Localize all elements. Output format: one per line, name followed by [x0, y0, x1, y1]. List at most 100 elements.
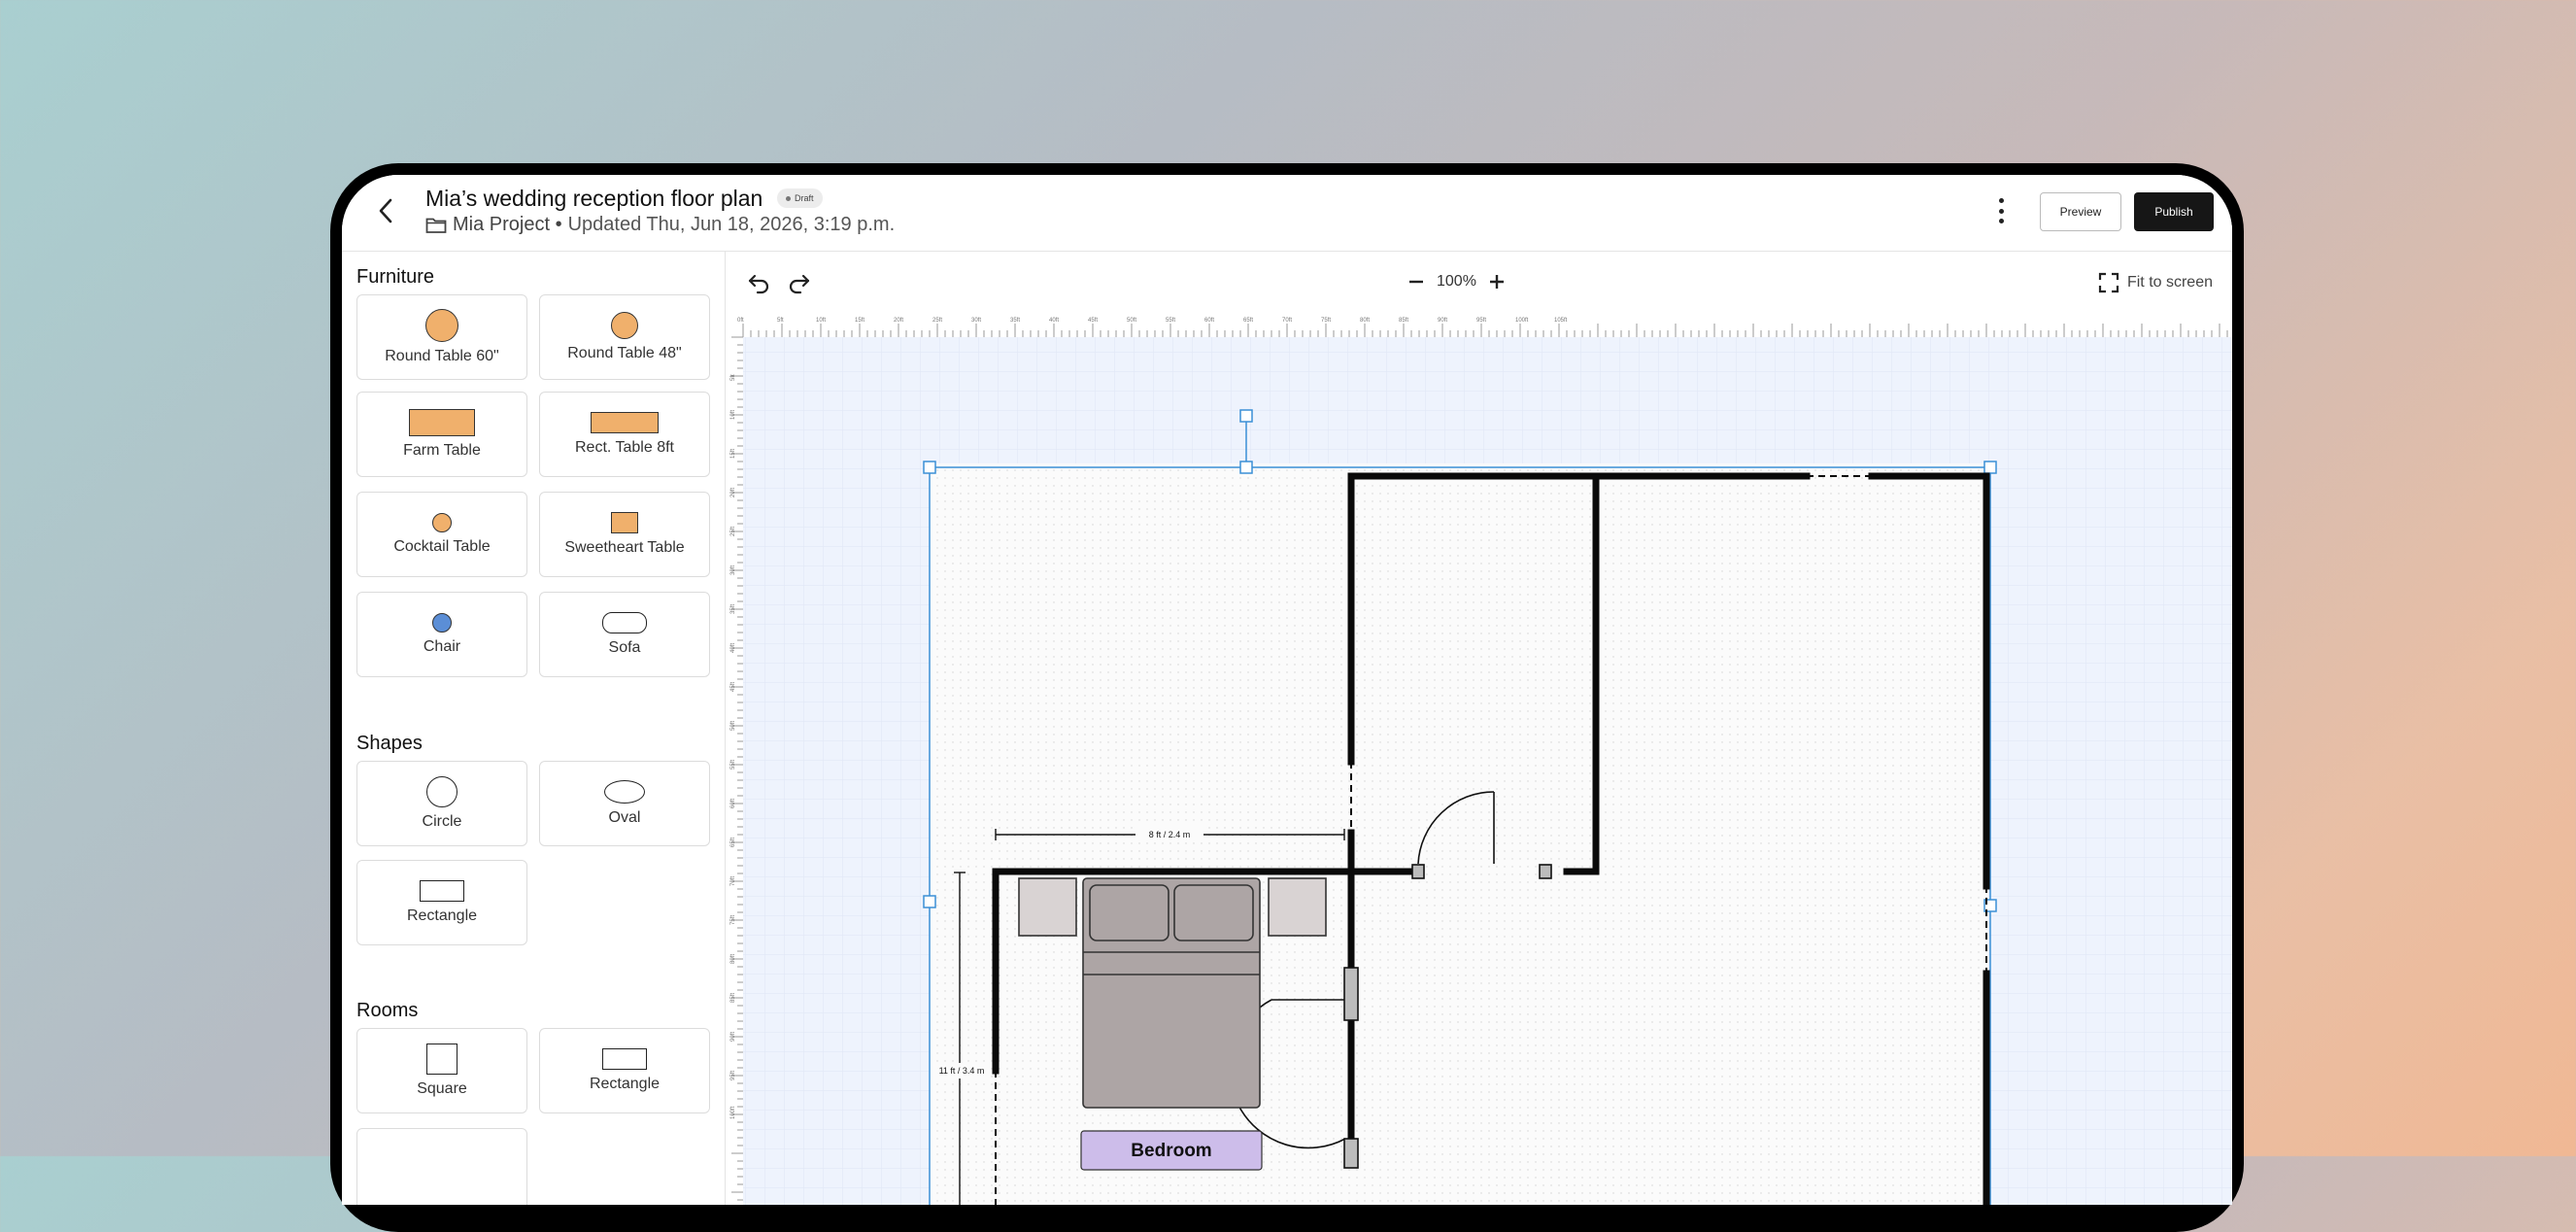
card-label: Rectangle [589, 1076, 661, 1092]
pillow [1173, 884, 1254, 941]
door-jamb [1411, 864, 1425, 879]
plus-icon [1489, 275, 1504, 289]
shape-circle[interactable]: Circle [356, 761, 527, 846]
furniture-farm-table[interactable]: Farm Table [356, 392, 527, 477]
fit-screen-icon [2098, 272, 2119, 293]
door-jamb [1343, 1138, 1359, 1169]
ruler-label: 15ft [855, 318, 864, 324]
furniture-sofa[interactable]: Sofa [539, 592, 710, 677]
ruler-label: 35ft [1010, 318, 1020, 324]
card-label: Rectangle [406, 907, 478, 924]
more-options-button[interactable] [1991, 196, 2011, 225]
round-table-icon [425, 309, 458, 342]
ruler-label: 60ft [1204, 318, 1214, 324]
sofa-icon [602, 612, 647, 633]
ruler-label: 20ft [730, 488, 736, 497]
ruler-label: 45ft [1088, 318, 1098, 324]
ruler-label: 105ft [1554, 318, 1568, 324]
resize-handle-top-left[interactable] [923, 461, 936, 474]
ruler-label: 5ft [730, 374, 736, 381]
oval-icon [604, 780, 645, 804]
card-label: Round Table 48" [567, 345, 682, 361]
card-label: Circle [422, 813, 462, 830]
ruler-label: 45ft [730, 682, 736, 692]
ruler-label: 85ft [1399, 318, 1408, 324]
card-label: Round Table 60" [385, 348, 499, 364]
chevron-left-icon [379, 198, 392, 223]
app-header: Mia’s wedding reception floor plan Draft… [342, 175, 2232, 252]
furniture-chair[interactable]: Chair [356, 592, 527, 677]
zoom-out-button[interactable] [1406, 271, 1427, 292]
ruler-horizontal [726, 313, 2232, 337]
status-dot [786, 195, 791, 201]
round-table-icon [611, 312, 638, 339]
ruler-label: 75ft [730, 915, 736, 925]
ruler-label: 65ft [1243, 318, 1253, 324]
zoom-level: 100% [1437, 273, 1476, 290]
ruler-label: 60ft [730, 799, 736, 808]
ruler-label: 30ft [730, 565, 736, 575]
ruler-label: 90ft [730, 1032, 736, 1042]
zoom-in-button[interactable] [1486, 271, 1508, 292]
ruler-label: 80ft [1360, 318, 1370, 324]
app-screen: Mia’s wedding reception floor plan Draft… [342, 175, 2232, 1205]
door-jamb [1539, 864, 1552, 879]
floor-plan-canvas[interactable]: 0ft 5ft 10ft 15ft 20ft 25ft 30ft 35ft 40… [726, 313, 2232, 1205]
undo-icon[interactable] [747, 271, 772, 294]
publish-button[interactable]: Publish [2134, 192, 2214, 231]
card-label: Chair [423, 638, 461, 655]
card-label: Farm Table [403, 442, 481, 459]
fit-to-screen-button[interactable]: Fit to screen [2098, 271, 2213, 294]
circle-icon [426, 776, 458, 807]
rotate-handle[interactable] [1239, 409, 1253, 423]
preview-button[interactable]: Preview [2040, 192, 2121, 231]
floor-plan-svg: 0ft 5ft 10ft 15ft 20ft 25ft 30ft 35ft 40… [726, 313, 2232, 1205]
card-label: Sofa [608, 639, 641, 656]
square-room-icon [426, 1044, 458, 1075]
shape-oval[interactable]: Oval [539, 761, 710, 846]
ruler-label: 30ft [971, 318, 981, 324]
shape-rectangle[interactable]: Rectangle [356, 860, 527, 945]
ruler-label: 40ft [1049, 318, 1059, 324]
component-sidebar: Furniture Round Table 60" Round Table 48… [342, 252, 726, 1205]
furniture-sweetheart-table[interactable]: Sweetheart Table [539, 492, 710, 577]
furniture-round-table-60[interactable]: Round Table 60" [356, 294, 527, 380]
ruler-label: 20ft [894, 318, 903, 324]
ruler-label: 65ft [730, 838, 736, 847]
furniture-cocktail-table[interactable]: Cocktail Table [356, 492, 527, 577]
room-card-partial[interactable] [356, 1128, 527, 1205]
room-square[interactable]: Square [356, 1028, 527, 1113]
redo-icon[interactable] [786, 271, 811, 294]
rectangle-icon [420, 880, 464, 902]
updated-timestamp: Updated Thu, Jun 18, 2026, 3:19 p.m. [567, 214, 896, 235]
page-title: Mia’s wedding reception floor plan [425, 186, 763, 211]
ruler-label: 70ft [730, 876, 736, 886]
status-badge: Draft [777, 188, 823, 208]
sweetheart-table-icon [611, 512, 638, 533]
minus-icon [1409, 280, 1423, 284]
ruler-label: 50ft [730, 721, 736, 731]
furniture-rect-table-8ft[interactable]: Rect. Table 8ft [539, 392, 710, 477]
subtitle: Mia Project • Updated Thu, Jun 18, 2026,… [425, 214, 895, 236]
card-label: Rect. Table 8ft [575, 439, 674, 456]
furniture-round-table-48[interactable]: Round Table 48" [539, 294, 710, 380]
ruler-label: 35ft [730, 604, 736, 614]
nightstand-right [1268, 877, 1327, 937]
bed [1082, 877, 1261, 1109]
farm-table-icon [409, 409, 475, 436]
resize-handle-top-right[interactable] [1983, 461, 1997, 474]
room-rectangle[interactable]: Rectangle [539, 1028, 710, 1113]
pillow [1089, 884, 1169, 941]
project-link[interactable]: Mia Project • [453, 214, 562, 236]
ruler-label: 5ft [777, 318, 784, 324]
ruler-label: 70ft [1282, 318, 1292, 324]
ruler-label: 50ft [1127, 318, 1136, 324]
back-button[interactable] [371, 196, 400, 225]
card-label: Square [417, 1080, 467, 1097]
ruler-label: 85ft [730, 993, 736, 1003]
kebab-dot [1998, 198, 2004, 203]
resize-handle-top[interactable] [1239, 461, 1253, 474]
ruler-label: 10ft [816, 318, 826, 324]
resize-handle-left[interactable] [923, 895, 936, 908]
ruler-label: 55ft [1166, 318, 1175, 324]
